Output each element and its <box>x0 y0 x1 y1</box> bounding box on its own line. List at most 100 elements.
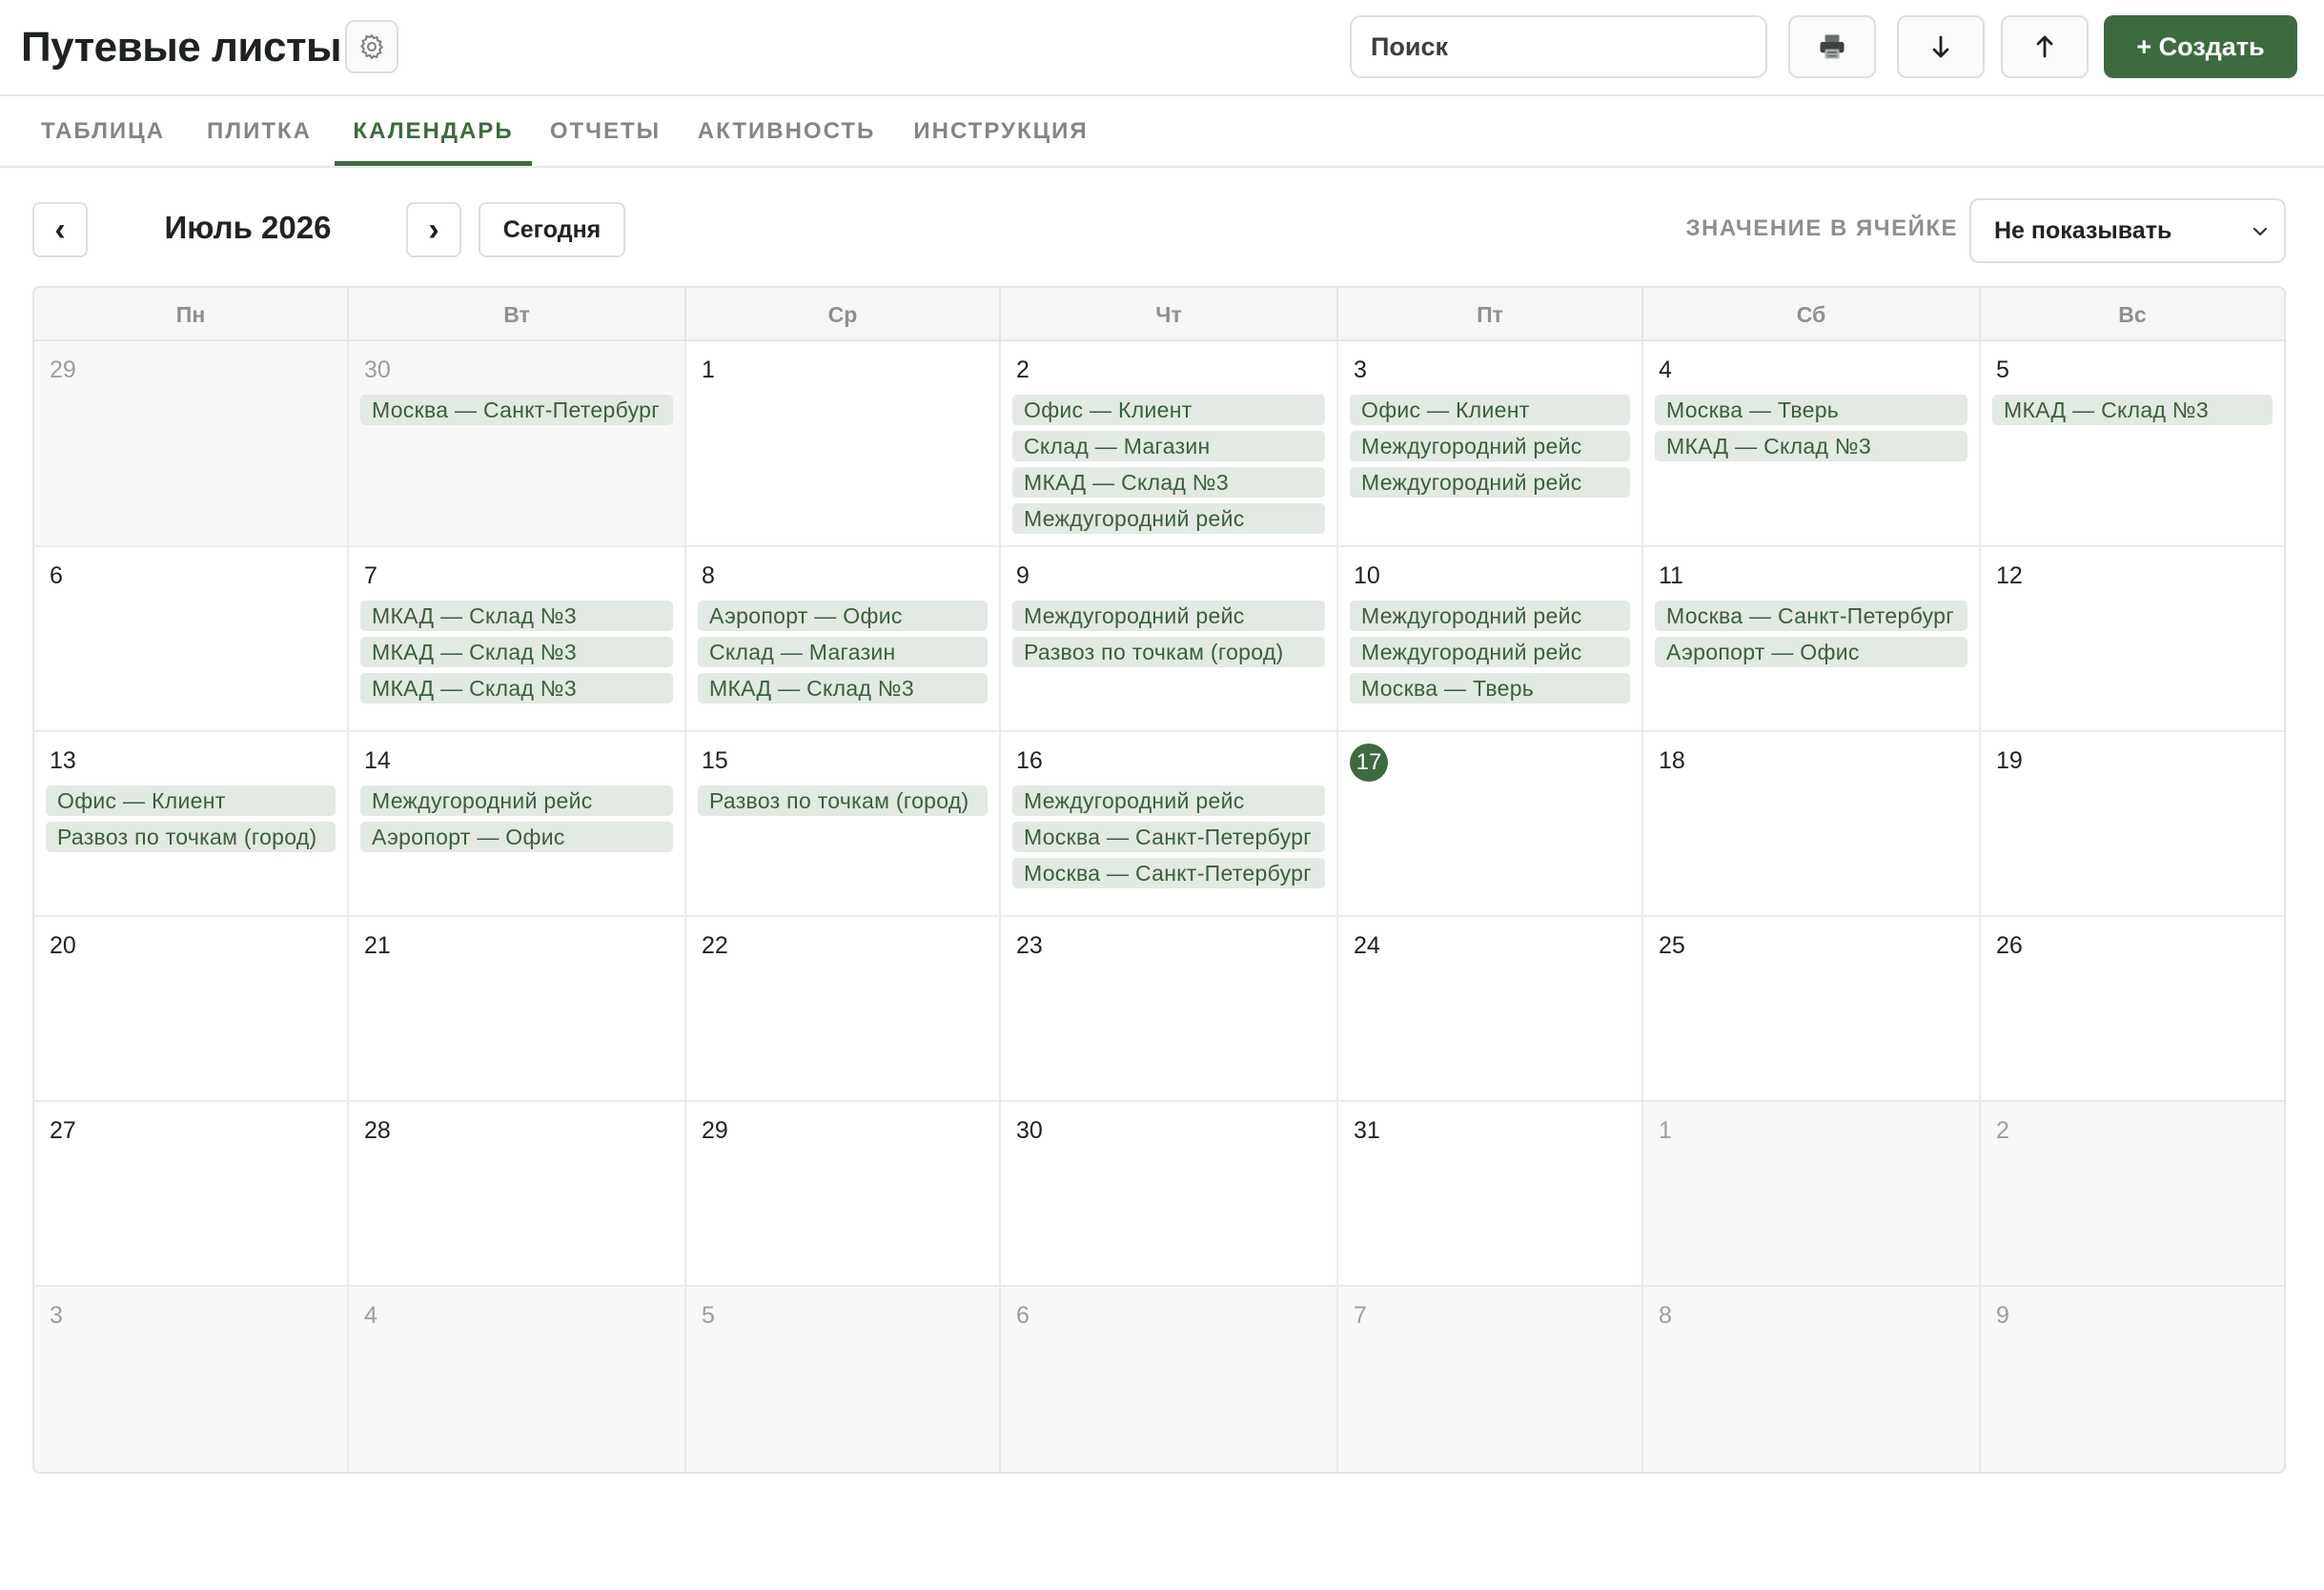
day-number: 1 <box>1659 1117 1672 1144</box>
calendar-day-cell[interactable]: 28 <box>349 1102 686 1285</box>
weekday-header: Чт <box>1001 288 1338 341</box>
calendar-day-cell[interactable]: 2 Офис — Клиент Склад — Магазин МКАД — Скла… <box>1001 341 1338 545</box>
calendar-day-cell[interactable]: 4 <box>349 1287 686 1472</box>
calendar-day-cell[interactable]: 3 <box>34 1287 349 1472</box>
tab-table[interactable]: ТАБЛИЦА <box>27 96 179 166</box>
calendar-event[interactable]: Склад — Магазин <box>1012 431 1325 461</box>
calendar-event[interactable]: МКАД — Склад №3 <box>360 673 673 703</box>
calendar-event[interactable]: Развоз по точкам (город) <box>1012 637 1325 667</box>
next-month-button[interactable]: › <box>406 202 461 257</box>
calendar-day-cell[interactable]: 7 <box>1338 1287 1643 1472</box>
calendar-day-cell[interactable]: 21 <box>349 917 686 1100</box>
calendar-event[interactable]: Аэропорт — Офис <box>360 822 673 852</box>
calendar-day-cell[interactable]: 30 <box>1001 1102 1338 1285</box>
calendar-day-cell[interactable]: 5 МКАД — Склад №3 <box>1981 341 2284 545</box>
day-number: 28 <box>364 1117 391 1144</box>
calendar-day-cell[interactable]: 11 Москва — Санкт-Петербург Аэропорт — Офи… <box>1643 547 1981 730</box>
calendar-event[interactable]: Междугородний рейс <box>1012 503 1325 534</box>
calendar-event[interactable]: Междугородний рейс <box>1012 601 1325 631</box>
calendar-event[interactable]: Аэропорт — Офис <box>698 601 988 631</box>
day-number: 30 <box>364 357 391 383</box>
calendar-day-cell[interactable]: 4 Москва — Тверь МКАД — Склад №3 <box>1643 341 1981 545</box>
calendar-event[interactable]: Офис — Клиент <box>46 785 336 816</box>
day-number: 27 <box>50 1117 76 1144</box>
calendar-day-cell[interactable]: 8 <box>1643 1287 1981 1472</box>
sort-ascending-button[interactable] <box>2001 15 2089 78</box>
calendar-event[interactable]: Москва — Санкт-Петербург <box>1012 858 1325 888</box>
day-events: Москва — Тверь МКАД — Склад №3 <box>1655 395 1967 467</box>
calendar-day-cell[interactable]: 12 <box>1981 547 2284 730</box>
print-button[interactable] <box>1788 15 1876 78</box>
calendar-event[interactable]: Офис — Клиент <box>1350 395 1630 425</box>
calendar-event[interactable]: Москва — Санкт-Петербург <box>360 395 673 425</box>
calendar-event[interactable]: МКАД — Склад №3 <box>1655 431 1967 461</box>
calendar-day-cell[interactable]: 29 <box>34 341 349 545</box>
calendar-day-cell[interactable]: 26 <box>1981 917 2284 1100</box>
calendar-day-cell[interactable]: 19 <box>1981 732 2284 915</box>
calendar-day-cell[interactable]: 14 Междугородний рейс Аэропорт — Офис <box>349 732 686 915</box>
calendar-day-cell[interactable]: 23 <box>1001 917 1338 1100</box>
calendar-day-cell[interactable]: 9 Междугородний рейс Развоз по точкам (гор… <box>1001 547 1338 730</box>
calendar-event[interactable]: Междугородний рейс <box>1350 431 1630 461</box>
calendar-day-cell[interactable]: 15 Развоз по точкам (город) <box>686 732 1001 915</box>
sort-descending-button[interactable] <box>1897 15 1985 78</box>
calendar-day-cell[interactable]: 16 Междугородний рейс Москва — Санкт-Петер… <box>1001 732 1338 915</box>
calendar-day-cell[interactable]: 8 Аэропорт — Офис Склад — Магазин МКАД — Ск… <box>686 547 1001 730</box>
calendar-day-cell[interactable]: 9 <box>1981 1287 2284 1472</box>
calendar-event[interactable]: Аэропорт — Офис <box>1655 637 1967 667</box>
calendar-event[interactable]: Развоз по точкам (город) <box>698 785 988 816</box>
tab-calendar[interactable]: КАЛЕНДАРЬ <box>335 96 532 166</box>
calendar-event[interactable]: Склад — Магазин <box>698 637 988 667</box>
day-number: 29 <box>50 357 76 383</box>
calendar-day-cell[interactable]: 1 <box>686 341 1001 545</box>
calendar-day-cell[interactable]: 5 <box>686 1287 1001 1472</box>
calendar-event[interactable]: МКАД — Склад №3 <box>1992 395 2273 425</box>
day-number: 10 <box>1354 562 1380 589</box>
calendar-event[interactable]: Москва — Тверь <box>1350 673 1630 703</box>
settings-button[interactable] <box>345 20 398 73</box>
calendar-day-cell[interactable]: 6 <box>1001 1287 1338 1472</box>
calendar-event[interactable]: Междугородний рейс <box>360 785 673 816</box>
prev-month-button[interactable]: ‹ <box>32 202 88 257</box>
calendar-day-cell[interactable]: 2 <box>1981 1102 2284 1285</box>
calendar-day-cell[interactable]: 3 Офис — Клиент Междугородний рейс Междугор… <box>1338 341 1643 545</box>
calendar-event[interactable]: МКАД — Склад №3 <box>360 601 673 631</box>
calendar-day-cell[interactable]: 7 МКАД — Склад №3 МКАД — Склад №3 МКАД — Ск… <box>349 547 686 730</box>
calendar-day-cell[interactable]: 24 <box>1338 917 1643 1100</box>
calendar-event[interactable]: Офис — Клиент <box>1012 395 1325 425</box>
calendar-day-cell[interactable]: 13 Офис — Клиент Развоз по точкам (город) <box>34 732 349 915</box>
tab-activity[interactable]: АКТИВНОСТЬ <box>689 96 884 166</box>
search-input[interactable] <box>1350 15 1767 78</box>
calendar-event[interactable]: Междугородний рейс <box>1350 467 1630 498</box>
calendar-event[interactable]: МКАД — Склад №3 <box>1012 467 1325 498</box>
calendar-event[interactable]: Междугородний рейс <box>1012 785 1325 816</box>
calendar-day-cell[interactable]: 10 Междугородний рейс Междугородний рейс Мо… <box>1338 547 1643 730</box>
calendar-event[interactable]: МКАД — Склад №3 <box>698 673 988 703</box>
calendar-event[interactable]: Москва — Тверь <box>1655 395 1967 425</box>
tab-tiles[interactable]: ПЛИТКА <box>194 96 324 166</box>
calendar-day-cell[interactable]: 30 Москва — Санкт-Петербург <box>349 341 686 545</box>
calendar-day-cell[interactable]: 6 <box>34 547 349 730</box>
tab-instruction[interactable]: ИНСТРУКЦИЯ <box>906 96 1096 166</box>
calendar-event[interactable]: Москва — Санкт-Петербург <box>1012 822 1325 852</box>
calendar-day-cell[interactable]: 18 <box>1643 732 1981 915</box>
calendar-event[interactable]: Междугородний рейс <box>1350 601 1630 631</box>
calendar-day-cell[interactable]: 1 <box>1643 1102 1981 1285</box>
cell-value-select[interactable]: Не показывать <box>1969 198 2286 263</box>
week-row: 13 Офис — Клиент Развоз по точкам (город) 1… <box>34 732 2284 917</box>
day-number: 4 <box>364 1302 377 1329</box>
calendar-day-cell[interactable]: 25 <box>1643 917 1981 1100</box>
calendar-event[interactable]: МКАД — Склад №3 <box>360 637 673 667</box>
calendar-day-cell[interactable]: 29 <box>686 1102 1001 1285</box>
calendar-event[interactable]: Междугородний рейс <box>1350 637 1630 667</box>
calendar-day-cell[interactable]: 17 <box>1338 732 1643 915</box>
calendar-day-cell[interactable]: 27 <box>34 1102 349 1285</box>
create-button[interactable]: + Создать <box>2104 15 2297 78</box>
tab-reports[interactable]: ОТЧЕТЫ <box>543 96 667 166</box>
calendar-day-cell[interactable]: 31 <box>1338 1102 1643 1285</box>
calendar-event[interactable]: Москва — Санкт-Петербург <box>1655 601 1967 631</box>
calendar-day-cell[interactable]: 22 <box>686 917 1001 1100</box>
calendar-event[interactable]: Развоз по точкам (город) <box>46 822 336 852</box>
today-button[interactable]: Сегодня <box>479 202 625 257</box>
calendar-day-cell[interactable]: 20 <box>34 917 349 1100</box>
